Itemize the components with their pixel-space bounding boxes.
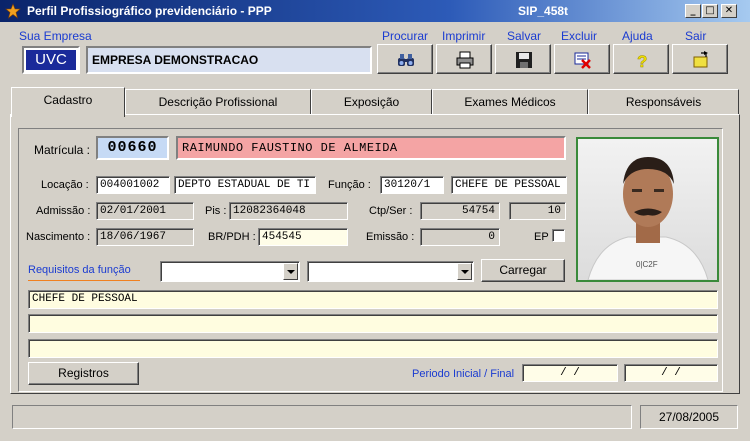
imprimir-button[interactable] bbox=[436, 44, 492, 74]
tab-descricao-profissional[interactable]: Descrição Profissional bbox=[125, 89, 311, 115]
procurar-label: Procurar bbox=[382, 29, 429, 43]
requisitos-underline bbox=[28, 280, 140, 281]
close-button[interactable]: ✕ bbox=[721, 4, 737, 18]
tab-exposicao[interactable]: Exposição bbox=[311, 89, 432, 115]
nascimento-field[interactable]: 18/06/1967 bbox=[96, 228, 194, 246]
admissao-field[interactable]: 02/01/2001 bbox=[96, 202, 194, 220]
nascimento-label: Nascimento : bbox=[26, 231, 91, 243]
locacao-label: Locação : bbox=[41, 179, 89, 191]
sair-button[interactable] bbox=[672, 44, 728, 74]
ep-label: EP bbox=[534, 231, 549, 243]
funcao-code-field[interactable]: 30120/1 bbox=[380, 176, 444, 194]
minimize-button[interactable]: _ bbox=[685, 4, 701, 18]
ajuda-label: Ajuda bbox=[622, 29, 653, 43]
requisito-line-2[interactable] bbox=[28, 314, 718, 333]
status-message bbox=[12, 405, 632, 429]
tab-cadastro[interactable]: Cadastro bbox=[11, 87, 125, 117]
delete-icon bbox=[574, 52, 591, 69]
sair-label: Sair bbox=[685, 29, 707, 43]
pis-field[interactable]: 12082364048 bbox=[229, 202, 348, 220]
ctps-label: Ctp/Ser : bbox=[369, 205, 413, 217]
carregar-button[interactable]: Carregar bbox=[481, 259, 565, 282]
tab-responsaveis[interactable]: Responsáveis bbox=[588, 89, 739, 115]
locacao-code-field[interactable]: 004001002 bbox=[96, 176, 170, 194]
requisitos-label: Requisitos da função bbox=[28, 264, 131, 276]
ep-checkbox[interactable] bbox=[552, 229, 565, 242]
employee-photo: 0|C2F bbox=[576, 137, 719, 282]
maximize-button[interactable]: □ bbox=[702, 4, 718, 18]
brpdh-field[interactable]: 454545 bbox=[258, 228, 348, 246]
binoculars-icon bbox=[398, 54, 414, 66]
emissao-field[interactable]: 0 bbox=[420, 228, 500, 246]
requisito-line-1[interactable]: CHEFE DE PESSOAL bbox=[28, 290, 718, 309]
registros-button[interactable]: Registros bbox=[28, 362, 139, 385]
pis-label: Pis : bbox=[205, 205, 227, 217]
title-bar[interactable]: Perfil Profissiográfico previdenciário -… bbox=[0, 0, 750, 22]
floppy-disk-icon bbox=[516, 52, 532, 68]
printer-icon bbox=[456, 51, 474, 69]
emissao-label: Emissão : bbox=[366, 231, 415, 243]
app-star-icon bbox=[5, 3, 21, 19]
chevron-down-icon[interactable] bbox=[283, 263, 298, 280]
nome-field[interactable]: RAIMUNDO FAUSTINO DE ALMEIDA bbox=[176, 136, 566, 160]
requisito-select-2[interactable] bbox=[307, 261, 474, 282]
imprimir-label: Imprimir bbox=[442, 29, 486, 43]
funcao-label: Função : bbox=[328, 179, 371, 191]
matricula-label: Matrícula : bbox=[34, 143, 91, 157]
tab-exames-medicos[interactable]: Exames Médicos bbox=[432, 89, 588, 115]
empresa-code: UVC bbox=[26, 50, 76, 70]
empresa-name-field[interactable]: EMPRESA DEMONSTRACAO bbox=[86, 46, 372, 74]
exit-door-icon bbox=[693, 51, 708, 68]
window-code: SIP_458t bbox=[518, 4, 569, 18]
empresa-code-field[interactable]: UVC bbox=[22, 46, 80, 74]
main-window: Perfil Profissiográfico previdenciário -… bbox=[0, 0, 750, 441]
admissao-label: Admissão : bbox=[36, 205, 91, 217]
empresa-label: Sua Empresa bbox=[19, 29, 92, 43]
requisito-select-1[interactable] bbox=[160, 261, 300, 282]
periodo-label: Periodo Inicial / Final bbox=[412, 368, 515, 380]
ctps-number-field[interactable]: 54754 bbox=[420, 202, 500, 220]
periodo-final-field[interactable]: / / bbox=[624, 364, 718, 382]
excluir-label: Excluir bbox=[561, 29, 598, 43]
salvar-button[interactable] bbox=[495, 44, 551, 74]
funcao-desc-field[interactable]: CHEFE DE PESSOAL bbox=[451, 176, 567, 194]
locacao-desc-field[interactable]: DEPTO ESTADUAL DE TI bbox=[174, 176, 316, 194]
status-date: 27/08/2005 bbox=[640, 405, 738, 429]
periodo-inicial-field[interactable]: / / bbox=[522, 364, 618, 382]
ajuda-button[interactable]: ? bbox=[613, 44, 669, 74]
svg-text:0|C2F: 0|C2F bbox=[636, 260, 658, 269]
window-title: Perfil Profissiográfico previdenciário -… bbox=[27, 4, 272, 18]
question-icon: ? bbox=[637, 52, 648, 69]
requisito-line-3[interactable] bbox=[28, 339, 718, 358]
brpdh-label: BR/PDH : bbox=[208, 231, 256, 243]
salvar-label: Salvar bbox=[507, 29, 542, 43]
chevron-down-icon[interactable] bbox=[457, 263, 472, 280]
procurar-button[interactable] bbox=[377, 44, 433, 74]
svg-text:?: ? bbox=[637, 52, 647, 69]
ctps-serie-field[interactable]: 10 bbox=[509, 202, 566, 220]
matricula-field[interactable]: 00660 bbox=[96, 136, 169, 160]
excluir-button[interactable] bbox=[554, 44, 610, 74]
